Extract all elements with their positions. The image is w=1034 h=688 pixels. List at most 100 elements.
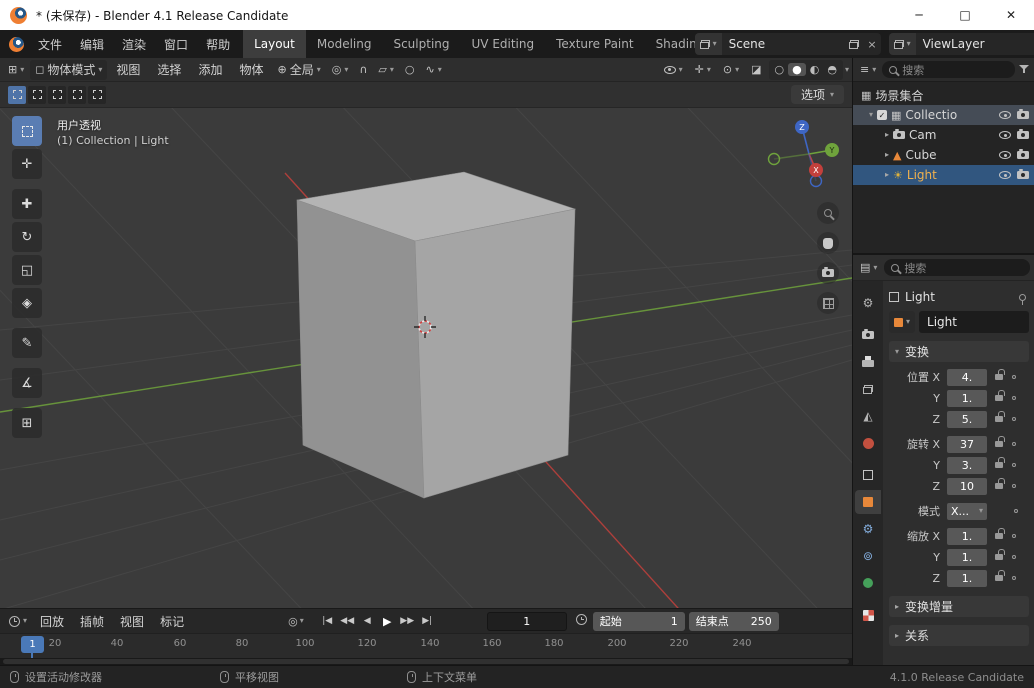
rotation-x-field[interactable]: 37 [947, 436, 987, 453]
timeline-menu-playback[interactable]: 回放 [32, 613, 72, 630]
menu-edit[interactable]: 编辑 [71, 30, 113, 58]
minimize-button[interactable]: ─ [896, 0, 942, 30]
tab-object[interactable] [855, 490, 881, 514]
menu-viewport-object[interactable]: 物体 [231, 61, 271, 78]
keyframe-decorator-icon[interactable] [1012, 417, 1016, 421]
lock-icon[interactable] [995, 533, 1003, 539]
lock-icon[interactable] [995, 395, 1003, 401]
keyframe-decorator-icon[interactable] [1012, 576, 1016, 580]
rotate-tool[interactable]: ↻ [12, 222, 42, 252]
object-name-field[interactable]: Light [919, 311, 1029, 333]
gizmo-neg-y-axis[interactable] [769, 154, 780, 165]
frame-end-field[interactable]: 结束点 250 [689, 612, 779, 631]
workspace-tab-layout[interactable]: Layout [243, 30, 306, 58]
delta-transform-panel-header[interactable]: ▸ 变换增量 [889, 596, 1029, 617]
measure-tool[interactable]: ∡ [12, 368, 42, 398]
outliner-search-input[interactable]: 搜索 [882, 61, 1015, 78]
play-button[interactable]: ▶ [378, 612, 397, 631]
tab-scene[interactable]: ◭ [855, 404, 881, 428]
select-mode-extend-button[interactable] [28, 86, 46, 104]
keyframe-decorator-icon[interactable] [1012, 534, 1016, 538]
tab-collection[interactable] [855, 463, 881, 487]
timeline-menu-markers[interactable]: 标记 [152, 613, 192, 630]
orientation-selector[interactable]: ⊕ 全局 ▾ [272, 60, 325, 80]
select-box-tool[interactable] [12, 116, 42, 146]
scene-name[interactable]: Scene [722, 37, 846, 51]
select-mode-intersect-button[interactable] [88, 86, 106, 104]
shading-solid-button[interactable]: ● [788, 63, 806, 76]
close-button[interactable]: ✕ [988, 0, 1034, 30]
outliner-row-light[interactable]: ▸ ☀ Light [853, 165, 1034, 185]
keyframe-decorator-icon[interactable] [1014, 509, 1018, 513]
timeline-scrollbar[interactable] [0, 658, 852, 665]
tab-physics[interactable]: ⊚ [855, 544, 881, 568]
scene-browse-button[interactable]: ▾ [695, 33, 722, 55]
disable-render-toggle[interactable] [1017, 151, 1029, 159]
shading-rendered-button[interactable]: ◓ [823, 63, 841, 76]
tab-tool[interactable]: ⚙ [855, 291, 881, 315]
camera-view-button[interactable] [817, 262, 839, 284]
show-object-types-button[interactable]: ▾ [659, 60, 688, 80]
rotation-z-field[interactable]: 10 [947, 478, 987, 495]
workspace-tab-sculpting[interactable]: Sculpting [382, 30, 460, 58]
rotation-y-field[interactable]: 3. [947, 457, 987, 474]
outliner-row-cube[interactable]: ▸ ▲ Cube [853, 145, 1034, 165]
pan-button[interactable] [817, 232, 839, 254]
tab-output[interactable] [855, 350, 881, 374]
tab-texture[interactable] [855, 603, 881, 627]
transform-panel-header[interactable]: ▾ 变换 [889, 341, 1029, 362]
properties-search-input[interactable]: 搜索 [884, 259, 1030, 276]
mode-selector[interactable]: ◻ 物体模式 ▾ [30, 60, 107, 80]
annotate-tool[interactable]: ✎ [12, 328, 42, 358]
viewport-canvas[interactable]: 用户透视 (1) Collection | Light ✛ ✚ ↻ ◱ ◈ ✎ … [0, 108, 852, 608]
lock-icon[interactable] [995, 483, 1003, 489]
shading-material-button[interactable]: ◐ [806, 63, 824, 76]
select-mode-subtract-button[interactable] [48, 86, 66, 104]
collection-checkbox[interactable]: ✓ [877, 110, 887, 120]
tab-world[interactable] [855, 431, 881, 455]
playhead-marker[interactable]: 1 [21, 636, 44, 653]
timeline-menu-view[interactable]: 视图 [112, 613, 152, 630]
menu-window[interactable]: 窗口 [155, 30, 197, 58]
menu-viewport-select[interactable]: 选择 [149, 61, 189, 78]
gizmos-toggle[interactable]: ✛ ▾ [690, 60, 716, 80]
keyframe-decorator-icon[interactable] [1012, 396, 1016, 400]
use-preview-range-toggle[interactable] [576, 614, 587, 628]
menu-file[interactable]: 文件 [29, 30, 71, 58]
rotation-mode-dropdown[interactable]: X... ▾ [947, 503, 987, 520]
lock-icon[interactable] [995, 416, 1003, 422]
workspace-tab-uv-editing[interactable]: UV Editing [461, 30, 546, 58]
workspace-tab-texture-paint[interactable]: Texture Paint [545, 30, 644, 58]
location-x-field[interactable]: 4. [947, 369, 987, 386]
outliner-row-scene-collection[interactable]: ▦ 场景集合 [853, 85, 1034, 105]
pin-icon[interactable] [1019, 294, 1026, 301]
unlink-scene-button[interactable]: × [863, 38, 880, 51]
jump-to-end-button[interactable]: ▶| [418, 612, 437, 631]
lock-icon[interactable] [995, 462, 1003, 468]
new-scene-button[interactable] [845, 40, 863, 49]
cursor-tool[interactable]: ✛ [12, 149, 42, 179]
keyframe-decorator-icon[interactable] [1012, 442, 1016, 446]
snap-target-selector[interactable]: ▱ ▾ [373, 60, 398, 80]
next-keyframe-button[interactable]: ▶▶ [398, 612, 417, 631]
keyframe-decorator-icon[interactable] [1012, 375, 1016, 379]
hide-viewport-toggle[interactable] [999, 111, 1011, 119]
xray-toggle[interactable]: ◪ [746, 60, 766, 80]
maximize-button[interactable]: □ [942, 0, 988, 30]
proportional-edit-toggle[interactable]: ○ [400, 60, 420, 80]
transform-tool[interactable]: ◈ [12, 288, 42, 318]
app-menu-icon[interactable] [9, 37, 24, 52]
keyframe-decorator-icon[interactable] [1012, 484, 1016, 488]
tab-object-data[interactable] [855, 571, 881, 595]
hide-viewport-toggle[interactable] [999, 131, 1011, 139]
breadcrumb-object-name[interactable]: Light [905, 290, 935, 304]
select-mode-new-button[interactable] [8, 86, 26, 104]
move-tool[interactable]: ✚ [12, 189, 42, 219]
scale-tool[interactable]: ◱ [12, 255, 42, 285]
scale-z-field[interactable]: 1. [947, 570, 987, 587]
frame-start-field[interactable]: 起始 1 [593, 612, 685, 631]
disable-render-toggle[interactable] [1017, 171, 1029, 179]
keyframe-decorator-icon[interactable] [1012, 463, 1016, 467]
menu-render[interactable]: 渲染 [113, 30, 155, 58]
menu-help[interactable]: 帮助 [197, 30, 239, 58]
